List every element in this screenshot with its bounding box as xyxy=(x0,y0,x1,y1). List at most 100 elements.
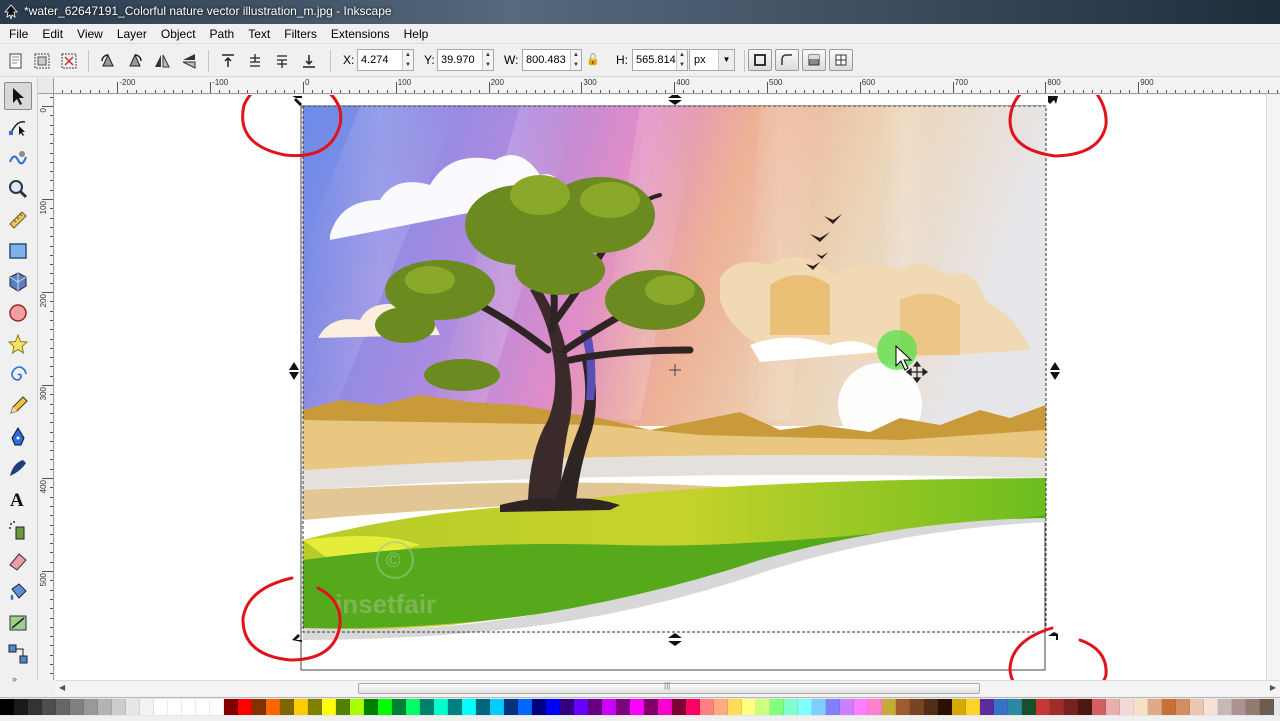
color-swatch[interactable] xyxy=(784,699,798,715)
x-field[interactable]: 4.274 ▲ ▼ xyxy=(357,49,414,71)
color-swatch[interactable] xyxy=(1036,699,1050,715)
color-swatch[interactable] xyxy=(406,699,420,715)
menu-help[interactable]: Help xyxy=(397,24,436,44)
tool-pencil[interactable] xyxy=(4,392,32,420)
tool-rectangle[interactable] xyxy=(4,237,32,265)
color-swatch[interactable] xyxy=(574,699,588,715)
color-swatch[interactable] xyxy=(168,699,182,715)
raise-button[interactable] xyxy=(243,50,267,72)
width-field[interactable]: 800.483 ▲ ▼ xyxy=(522,49,582,71)
tool-connector[interactable] xyxy=(4,640,32,668)
color-swatch[interactable] xyxy=(280,699,294,715)
color-swatch[interactable] xyxy=(756,699,770,715)
color-swatch[interactable] xyxy=(266,699,280,715)
color-swatch[interactable] xyxy=(602,699,616,715)
color-swatch[interactable] xyxy=(1232,699,1246,715)
color-swatch[interactable] xyxy=(126,699,140,715)
color-swatch[interactable] xyxy=(336,699,350,715)
color-swatch[interactable] xyxy=(140,699,154,715)
color-swatch[interactable] xyxy=(658,699,672,715)
color-swatch[interactable] xyxy=(350,699,364,715)
color-swatch[interactable] xyxy=(42,699,56,715)
transform-gradients-button[interactable] xyxy=(802,49,826,71)
tool-zoom[interactable] xyxy=(4,175,32,203)
flip-horizontal-button[interactable] xyxy=(150,50,174,72)
color-swatch[interactable] xyxy=(182,699,196,715)
color-swatch[interactable] xyxy=(1148,699,1162,715)
color-swatch[interactable] xyxy=(308,699,322,715)
color-swatch[interactable] xyxy=(1162,699,1176,715)
color-swatch[interactable] xyxy=(868,699,882,715)
vertical-scrollbar[interactable] xyxy=(1266,95,1280,680)
tool-eraser[interactable] xyxy=(4,547,32,575)
color-swatch[interactable] xyxy=(1092,699,1106,715)
color-swatch[interactable] xyxy=(1022,699,1036,715)
color-swatch[interactable] xyxy=(1176,699,1190,715)
color-swatch[interactable] xyxy=(490,699,504,715)
width-spinner-arrows[interactable]: ▲ ▼ xyxy=(570,50,581,70)
select-all-button[interactable] xyxy=(4,50,28,72)
color-swatch[interactable] xyxy=(994,699,1008,715)
color-swatch[interactable] xyxy=(504,699,518,715)
color-swatch[interactable] xyxy=(238,699,252,715)
color-swatch[interactable] xyxy=(476,699,490,715)
menu-file[interactable]: File xyxy=(2,24,35,44)
scroll-right-icon[interactable]: ▶ xyxy=(1270,683,1276,692)
color-swatch[interactable] xyxy=(1260,699,1274,715)
menu-layer[interactable]: Layer xyxy=(110,24,154,44)
tool-star[interactable] xyxy=(4,330,32,358)
color-swatch[interactable] xyxy=(448,699,462,715)
color-swatch[interactable] xyxy=(322,699,336,715)
lower-to-bottom-button[interactable] xyxy=(297,50,321,72)
color-swatch[interactable] xyxy=(588,699,602,715)
color-swatch[interactable] xyxy=(392,699,406,715)
color-swatch[interactable] xyxy=(252,699,266,715)
drawing-canvas[interactable]: © insetfair xyxy=(55,95,1280,680)
menu-object[interactable]: Object xyxy=(154,24,203,44)
menu-text[interactable]: Text xyxy=(241,24,277,44)
scale-stroke-button[interactable] xyxy=(748,49,772,71)
menu-path[interactable]: Path xyxy=(203,24,242,44)
color-swatch[interactable] xyxy=(1008,699,1022,715)
color-swatch[interactable] xyxy=(1246,699,1260,715)
color-swatch[interactable] xyxy=(154,699,168,715)
tool-spiral[interactable] xyxy=(4,361,32,389)
horizontal-scrollbar[interactable]: ◀ ||| ▶ xyxy=(55,680,1280,696)
color-swatch[interactable] xyxy=(1106,699,1120,715)
color-swatch[interactable] xyxy=(952,699,966,715)
color-swatch[interactable] xyxy=(798,699,812,715)
color-swatch[interactable] xyxy=(1120,699,1134,715)
color-swatch[interactable] xyxy=(224,699,238,715)
color-swatch[interactable] xyxy=(910,699,924,715)
color-swatch[interactable] xyxy=(1190,699,1204,715)
color-swatch[interactable] xyxy=(1204,699,1218,715)
color-swatch[interactable] xyxy=(854,699,868,715)
color-swatch[interactable] xyxy=(518,699,532,715)
color-swatch[interactable] xyxy=(364,699,378,715)
tool-gradient[interactable] xyxy=(4,609,32,637)
color-swatch[interactable] xyxy=(112,699,126,715)
color-swatch[interactable] xyxy=(294,699,308,715)
color-swatch[interactable] xyxy=(938,699,952,715)
color-swatch[interactable] xyxy=(896,699,910,715)
y-spinner-arrows[interactable]: ▲ ▼ xyxy=(482,50,493,70)
color-swatch[interactable] xyxy=(700,699,714,715)
color-swatch[interactable] xyxy=(1134,699,1148,715)
menu-edit[interactable]: Edit xyxy=(35,24,70,44)
tool-spray[interactable] xyxy=(4,516,32,544)
color-swatch[interactable] xyxy=(1064,699,1078,715)
color-swatch[interactable] xyxy=(28,699,42,715)
color-swatch[interactable] xyxy=(714,699,728,715)
color-swatch[interactable] xyxy=(0,699,14,715)
color-swatch[interactable] xyxy=(882,699,896,715)
color-swatch[interactable] xyxy=(770,699,784,715)
color-swatch[interactable] xyxy=(1050,699,1064,715)
palette-scroll-strip[interactable] xyxy=(0,716,1280,721)
tool-calligraphy[interactable] xyxy=(4,454,32,482)
color-swatch[interactable] xyxy=(728,699,742,715)
color-swatch[interactable] xyxy=(532,699,546,715)
color-swatch[interactable] xyxy=(966,699,980,715)
color-swatch[interactable] xyxy=(616,699,630,715)
color-swatch[interactable] xyxy=(56,699,70,715)
color-swatch[interactable] xyxy=(70,699,84,715)
